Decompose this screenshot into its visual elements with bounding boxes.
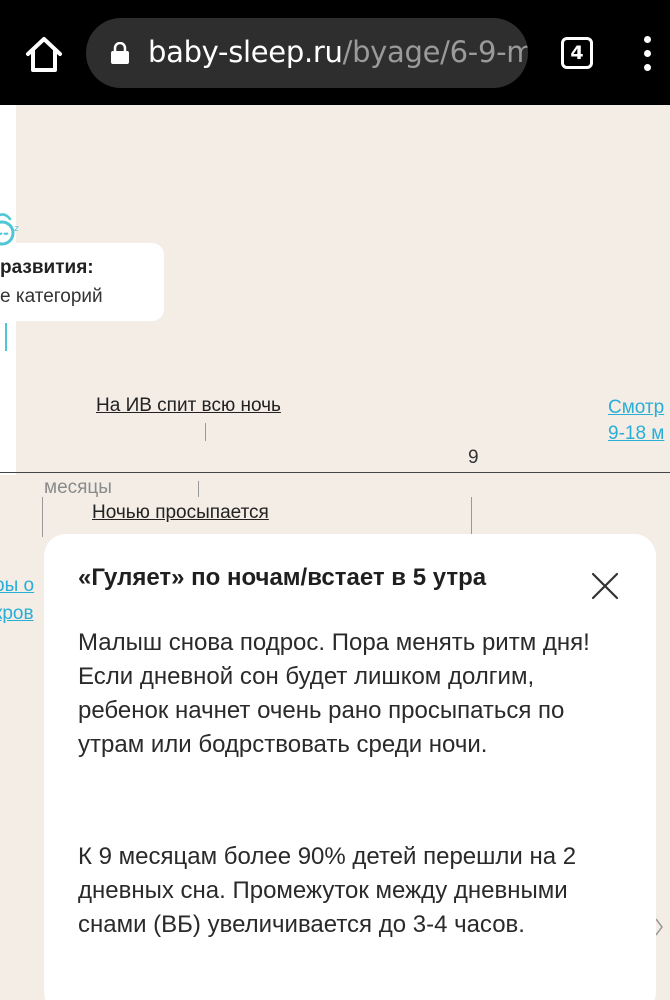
popup-paragraph: К 9 месяцам более 90% детей перешли на 2… — [78, 843, 577, 938]
popup-paragraph: Малыш снова подрос. Пора менять ритм дня… — [78, 629, 590, 758]
timeline-tick — [205, 423, 206, 441]
link-see-line-2: 9-18 м — [608, 423, 665, 444]
timeline-axis — [0, 472, 670, 473]
development-card-subtitle: е категорий — [0, 286, 103, 307]
link-sleeps-all-night[interactable]: На ИВ спит всю ночь — [96, 395, 281, 417]
popup-title: «Гуляет» по ночам/встает в 5 утра — [78, 564, 487, 591]
overflow-menu-icon[interactable] — [640, 36, 654, 72]
link-wakes-at-night[interactable]: Ночью просыпается — [92, 502, 269, 524]
timeline-months-label: месяцы — [44, 477, 112, 498]
url-path: /byage/6-9-mes — [342, 35, 528, 69]
close-icon[interactable] — [590, 571, 620, 601]
sleeping-baby-icon: z — [0, 209, 28, 249]
url-host: baby-sleep.ru — [148, 35, 343, 69]
left-link-partial[interactable]: ры о — [0, 575, 34, 597]
browser-toolbar: baby-sleep.ru/byage/6-9-mes 4 — [0, 0, 670, 105]
svg-text:z: z — [14, 224, 19, 234]
tab-switcher-button[interactable]: 4 — [561, 37, 593, 69]
timeline-accent — [5, 323, 7, 351]
left-link-partial[interactable]: кров — [0, 603, 34, 625]
timeline-connector — [471, 497, 472, 537]
link-see-more[interactable]: Смотр 9-18 м — [608, 395, 664, 447]
development-card[interactable] — [0, 243, 164, 321]
timeline-tick — [198, 481, 199, 497]
timeline-connector — [42, 497, 43, 537]
lock-icon — [110, 41, 130, 64]
link-see-line-1: Смотр — [608, 397, 665, 418]
address-bar[interactable]: baby-sleep.ru/byage/6-9-mes — [86, 18, 528, 88]
url-text: baby-sleep.ru/byage/6-9-mes — [148, 35, 528, 69]
home-icon[interactable] — [22, 32, 66, 76]
timeline-month-number: 9 — [468, 447, 479, 468]
development-card-title: развития: — [0, 257, 94, 278]
info-popup: «Гуляет» по ночам/встает в 5 утра Малыш … — [44, 534, 656, 1000]
